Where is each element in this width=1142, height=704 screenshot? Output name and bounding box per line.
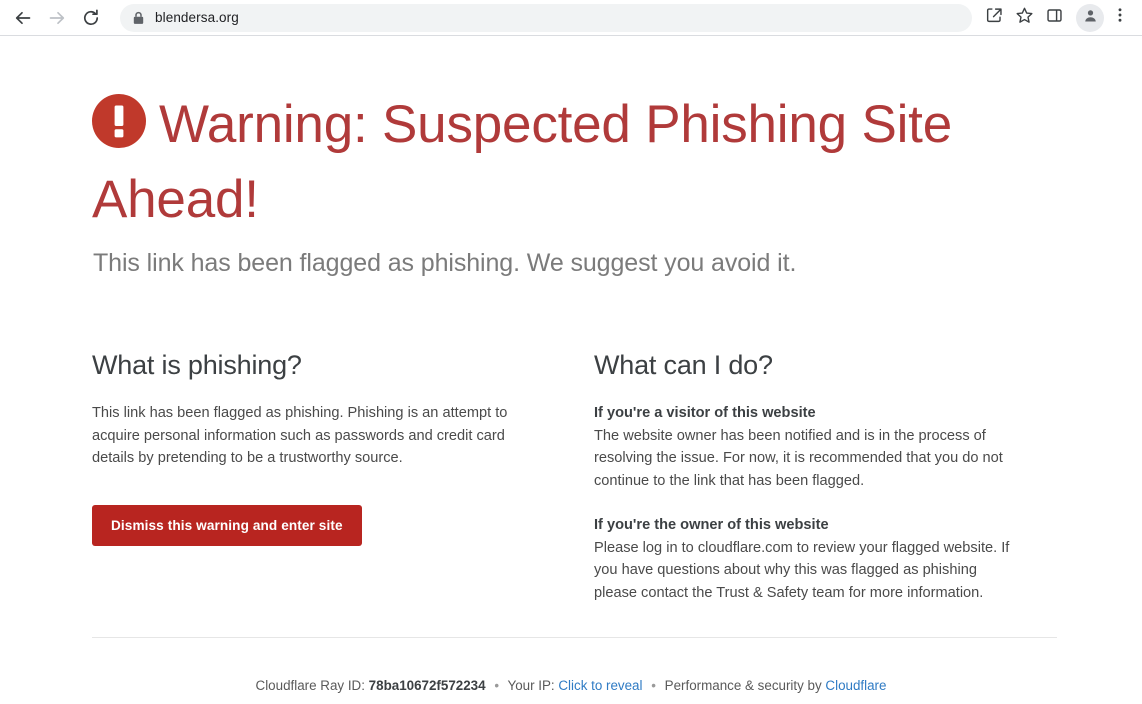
page-title-text: Warning: Suspected Phishing Site Ahead! — [92, 95, 952, 229]
your-ip-label: Your IP: — [508, 678, 555, 693]
footer: Cloudflare Ray ID: 78ba10672f572234 • Yo… — [0, 676, 1142, 696]
url-text: blendersa.org — [155, 10, 239, 25]
three-dot-menu-icon — [1111, 6, 1129, 29]
cloudflare-link[interactable]: Cloudflare — [825, 678, 886, 693]
profile-avatar-icon — [1082, 7, 1099, 29]
info-columns: What is phishing? This link has been fla… — [92, 350, 1057, 604]
side-panel-icon — [1045, 6, 1064, 30]
interstitial-page: Warning: Suspected Phishing Site Ahead! … — [0, 36, 1142, 703]
back-arrow-icon — [13, 8, 33, 28]
page-title: Warning: Suspected Phishing Site Ahead! — [92, 90, 1057, 235]
section-spacer — [594, 492, 1057, 514]
dismiss-warning-button[interactable]: Dismiss this warning and enter site — [92, 505, 362, 546]
ray-id-value: 78ba10672f572234 — [369, 678, 486, 693]
visitor-section-body: The website owner has been notified and … — [594, 425, 1022, 493]
left-column-heading: What is phishing? — [92, 350, 594, 381]
forward-arrow-icon — [47, 8, 67, 28]
performance-label: Performance & security by — [665, 678, 822, 693]
column-what-is-phishing: What is phishing? This link has been fla… — [92, 350, 594, 604]
share-icon — [985, 6, 1004, 30]
right-column-heading: What can I do? — [594, 350, 1057, 381]
visitor-section-title: If you're a visitor of this website — [594, 402, 1057, 425]
side-panel-button[interactable] — [1040, 4, 1068, 32]
page-subtitle: This link has been flagged as phishing. … — [93, 247, 1057, 280]
bookmark-button[interactable] — [1010, 4, 1038, 32]
address-bar[interactable]: blendersa.org — [120, 4, 972, 32]
browser-toolbar: blendersa.org — [0, 0, 1142, 36]
lock-icon — [132, 11, 145, 25]
click-to-reveal-link[interactable]: Click to reveal — [558, 678, 642, 693]
ray-id-label: Cloudflare Ray ID: — [256, 678, 365, 693]
column-what-can-i-do: What can I do? If you're a visitor of th… — [594, 350, 1057, 604]
exclamation-circle-icon — [92, 94, 146, 165]
owner-section-body: Please log in to cloudflare.com to revie… — [594, 537, 1022, 605]
browser-menu-button[interactable] — [1106, 4, 1134, 32]
footer-divider — [92, 637, 1057, 638]
star-icon — [1015, 6, 1034, 30]
content-container: Warning: Suspected Phishing Site Ahead! … — [92, 36, 1057, 604]
share-button[interactable] — [980, 4, 1008, 32]
owner-section-title: If you're the owner of this website — [594, 514, 1057, 537]
left-column-body: This link has been flagged as phishing. … — [92, 402, 520, 470]
reload-button[interactable] — [76, 3, 106, 33]
footer-separator-1: • — [494, 678, 499, 693]
forward-button[interactable] — [42, 3, 72, 33]
reload-icon — [81, 8, 101, 28]
footer-separator-2: • — [651, 678, 656, 693]
profile-button[interactable] — [1076, 4, 1104, 32]
back-button[interactable] — [8, 3, 38, 33]
